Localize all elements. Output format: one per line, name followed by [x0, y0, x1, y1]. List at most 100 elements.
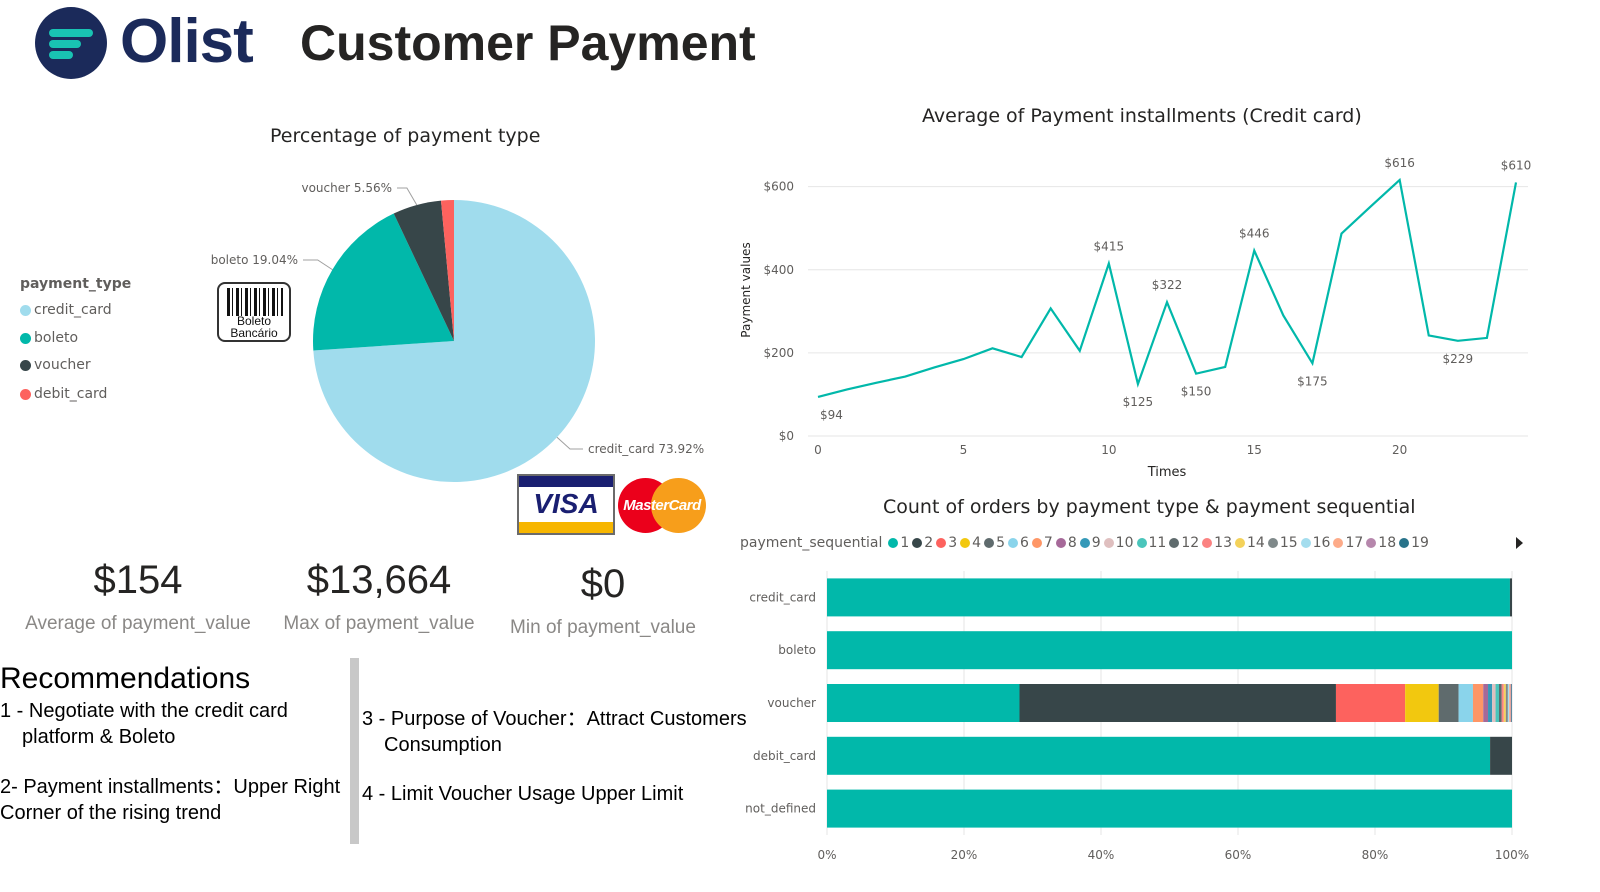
legend-dot — [960, 538, 971, 548]
kpi-average-label: Average of payment_value — [25, 613, 251, 634]
y-category-label: debit_card — [753, 749, 816, 763]
bar-legend-item-17[interactable]: 17 — [1333, 535, 1363, 551]
bar-segment-voucher-seq-9[interactable] — [1488, 684, 1493, 722]
olist-logo-icon — [35, 7, 107, 79]
legend-label: boleto — [34, 330, 79, 346]
line-data-label: $610 — [1501, 158, 1532, 172]
legend-label: 4 — [972, 535, 982, 551]
bar-segment-voucher-seq-19[interactable] — [1511, 684, 1512, 722]
recommendation-4: 4 - Limit Voucher Usage Upper Limit — [362, 783, 684, 805]
bar-segment-voucher-seq-7[interactable] — [1472, 684, 1484, 722]
legend-label: 19 — [1411, 535, 1429, 551]
bar-segment-credit-card-seq-2[interactable] — [1509, 578, 1512, 617]
bar-segment-voucher-seq-5[interactable] — [1438, 684, 1459, 722]
bar-segment-voucher-seq-10[interactable] — [1492, 684, 1496, 722]
bar-segment-debit-card-seq-2[interactable] — [1490, 736, 1512, 775]
bar-legend-item-6[interactable]: 6 — [1007, 535, 1029, 551]
bar-segment-voucher-seq-2[interactable] — [1019, 684, 1336, 722]
pie-leader-line — [397, 187, 418, 206]
pie-legend-item-voucher[interactable]: voucher — [20, 357, 91, 373]
recommendations-title: Recommendations — [0, 662, 251, 695]
legend-label: 16 — [1312, 535, 1331, 551]
legend-dot — [1136, 538, 1147, 548]
pie-legend-item-credit-card[interactable]: credit_card — [20, 302, 112, 318]
pie-leader-line — [303, 259, 333, 271]
line-data-label: $150 — [1181, 385, 1212, 399]
legend-dot — [1234, 538, 1245, 548]
x-tick-label: 10 — [1101, 443, 1116, 457]
legend-dot — [1202, 538, 1213, 548]
divider — [350, 658, 359, 844]
y-tick-label: $400 — [763, 263, 794, 277]
legend-dot — [20, 388, 31, 400]
bar-legend-item-14[interactable]: 14 — [1234, 535, 1265, 551]
legend-label: 15 — [1279, 535, 1298, 551]
bar-legend-item-8[interactable]: 8 — [1055, 535, 1077, 551]
bar-segment-voucher-seq-6[interactable] — [1458, 684, 1473, 722]
bar-legend-item-2[interactable]: 2 — [912, 535, 933, 551]
kpi-max-label: Max of payment_value — [283, 613, 475, 634]
pie-data-label-boleto: boleto 19.04% — [211, 253, 298, 267]
bar-segment-credit-card-seq-1[interactable] — [827, 578, 1510, 617]
visa-logo-icon: VISA — [517, 474, 615, 535]
line-chart: Times Payment values $0 $200 $400 $600 0 5 10 1… — [739, 156, 1532, 480]
x-tick-label: 20 — [1392, 443, 1407, 457]
line-data-label: $125 — [1123, 395, 1154, 409]
bar-segment-voucher-seq-15[interactable] — [1505, 684, 1508, 722]
bar-segment-voucher-seq-14[interactable] — [1503, 684, 1506, 722]
bar-legend-item-13[interactable]: 13 — [1202, 535, 1232, 551]
y-category-label: not_defined — [745, 802, 816, 816]
legend-label: 13 — [1214, 535, 1232, 551]
pie-chart: voucher 5.56% boleto 19.04% credit_card 73… — [211, 181, 704, 482]
bar-segment-voucher-seq-1[interactable] — [827, 684, 1020, 722]
bar-legend-item-9[interactable]: 9 — [1079, 535, 1101, 551]
legend-dot — [20, 359, 31, 371]
bar-segment-voucher-seq-18[interactable] — [1510, 684, 1512, 722]
bar-legend-item-1[interactable]: 1 — [888, 535, 909, 551]
bar-segment-voucher-seq-16[interactable] — [1507, 684, 1510, 722]
bar-segment-voucher-seq-4[interactable] — [1405, 684, 1439, 722]
bar-segment-voucher-seq-3[interactable] — [1335, 684, 1406, 722]
legend-next-arrow-icon[interactable] — [1516, 537, 1523, 549]
bar-legend-item-3[interactable]: 3 — [936, 535, 957, 551]
legend-dot — [912, 538, 923, 548]
kpi-average-value: $154 — [93, 558, 183, 602]
bar-legend-item-19[interactable]: 19 — [1399, 535, 1429, 551]
x-tick-label: 20% — [951, 848, 978, 862]
bar-segment-debit-card-seq-1[interactable] — [827, 736, 1491, 775]
bar-legend-item-15[interactable]: 15 — [1267, 535, 1298, 551]
bar-legend-item-7[interactable]: 7 — [1031, 535, 1053, 551]
bar-legend-item-16[interactable]: 16 — [1300, 535, 1331, 551]
bar-legend-item-4[interactable]: 4 — [960, 535, 981, 551]
x-tick-label: 5 — [960, 443, 968, 457]
bar-legend-item-12[interactable]: 12 — [1169, 535, 1199, 551]
bar-legend-item-10[interactable]: 10 — [1103, 535, 1134, 551]
recommendation-1: 1 - Negotiate with the credit card platf… — [0, 700, 288, 748]
bar-legend-title: payment_sequential — [740, 535, 883, 551]
bar-segment-not-defined-seq-1[interactable] — [827, 789, 1512, 828]
legend-label: 8 — [1067, 535, 1077, 551]
legend-dot — [1333, 538, 1344, 548]
pie-legend-item-boleto[interactable]: boleto — [20, 330, 78, 346]
bar-segment-voucher-seq-11[interactable] — [1495, 684, 1499, 722]
x-tick-label: 100% — [1495, 848, 1529, 862]
y-category-label: voucher — [767, 696, 816, 710]
bar-segment-voucher-seq-13[interactable] — [1501, 684, 1504, 722]
bar-legend-item-11[interactable]: 11 — [1136, 535, 1166, 551]
legend-label: 1 — [900, 535, 910, 551]
bar-segment-voucher-seq-17[interactable] — [1509, 684, 1511, 722]
legend-dot — [1267, 538, 1278, 548]
bar-legend-item-5[interactable]: 5 — [984, 535, 1005, 551]
bar-segment-boleto-seq-1[interactable] — [827, 631, 1512, 670]
y-category-label: boleto — [778, 643, 816, 657]
page-title: Customer Payment — [300, 15, 756, 71]
line-data-label: $446 — [1239, 227, 1270, 241]
bar-chart-title: Count of orders by payment type & paymen… — [883, 496, 1416, 518]
bar-segment-voucher-seq-8[interactable] — [1483, 684, 1489, 722]
brand-name: Olist — [120, 7, 254, 76]
legend-label: voucher — [34, 357, 91, 373]
bar-segment-voucher-seq-12[interactable] — [1498, 684, 1502, 722]
bar-legend-item-18[interactable]: 18 — [1366, 535, 1396, 551]
pie-legend-item-debit-card[interactable]: debit_card — [20, 386, 107, 402]
legend-label: credit_card — [34, 302, 112, 318]
